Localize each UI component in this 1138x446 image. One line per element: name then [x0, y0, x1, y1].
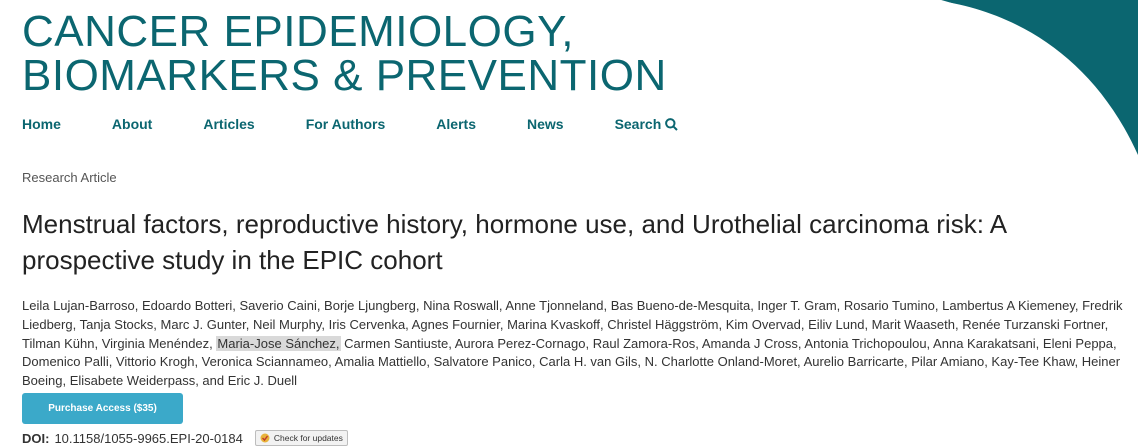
- check-for-updates-label: Check for updates: [273, 433, 343, 443]
- logo-line-1: CANCER EPIDEMIOLOGY,: [22, 7, 574, 56]
- search-icon: [665, 117, 678, 131]
- nav-for-authors[interactable]: For Authors: [306, 116, 386, 132]
- nav-search-label: Search: [614, 116, 662, 132]
- nav-articles[interactable]: Articles: [203, 116, 254, 132]
- header-swoosh-graphic: [932, 0, 1138, 160]
- nav-about[interactable]: About: [112, 116, 152, 132]
- journal-logo[interactable]: CANCER EPIDEMIOLOGY, BIOMARKERS & PREVEN…: [22, 10, 667, 98]
- article-title: Menstrual factors, reproductive history,…: [22, 209, 1006, 275]
- doi-label: DOI:: [22, 430, 50, 446]
- author-list: Leila Lujan-Barroso, Edoardo Botteri, Sa…: [22, 297, 1134, 391]
- article-type-label: Research Article: [22, 170, 117, 185]
- nav-search[interactable]: Search: [615, 116, 679, 132]
- purchase-access-button[interactable]: Purchase Access ($35): [22, 393, 183, 424]
- main-nav: Home About Articles For Authors Alerts N…: [22, 116, 729, 132]
- nav-news[interactable]: News: [527, 116, 564, 132]
- nav-home[interactable]: Home: [22, 116, 61, 132]
- doi-row: DOI: 10.1158/1055-9965.EPI-20-0184 Check…: [22, 430, 348, 446]
- nav-alerts[interactable]: Alerts: [436, 116, 476, 132]
- check-for-updates-button[interactable]: Check for updates: [254, 430, 348, 446]
- author-highlighted[interactable]: Maria-Jose Sánchez,: [216, 335, 341, 351]
- doi-link[interactable]: 10.1158/1055-9965.EPI-20-0184: [54, 431, 242, 446]
- logo-line-2: BIOMARKERS & PREVENTION: [22, 51, 667, 100]
- check-for-updates-icon: [260, 433, 270, 443]
